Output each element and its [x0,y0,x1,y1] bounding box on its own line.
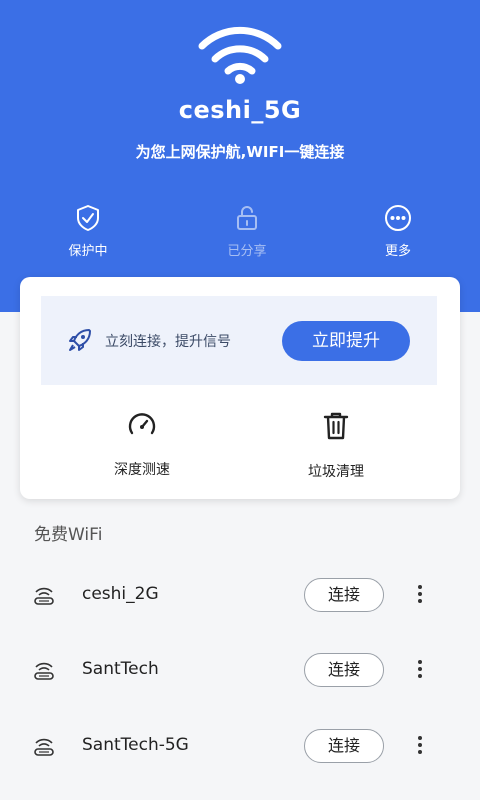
speed-test-label: 深度测速 [114,462,170,478]
wifi-name: SantTech-5G [82,735,189,755]
boost-text: 立刻连接，提升信号 [105,334,231,350]
unlock-icon [237,206,257,230]
junk-clean-label: 垃圾清理 [308,464,364,480]
more-button[interactable]: 更多 [348,204,448,259]
current-ssid: ceshi_5G [178,96,302,124]
wifi-name: SantTech [82,659,159,679]
list-item[interactable]: SantTech-5G 连接 [0,717,480,777]
protect-status-label: 保护中 [68,244,108,259]
more-dots-icon [385,205,411,231]
share-status-button[interactable]: 已分享 [197,204,297,259]
speed-test-button[interactable]: 深度测速 [82,411,202,479]
shield-check-icon [77,205,99,231]
more-vertical-icon[interactable] [410,733,430,759]
wifi-name: ceshi_2G [82,584,159,604]
list-item[interactable]: SantTech 连接 [0,641,480,701]
list-item[interactable]: ceshi_2G 连接 [0,566,480,626]
header-banner: ceshi_5G 为您上网保护航,WIFI一键连接 保护中 已分享 更多 [0,0,480,312]
free-wifi-title: 免费WiFi [34,525,103,545]
more-vertical-icon[interactable] [410,657,430,683]
router-icon [34,738,54,756]
connect-button[interactable]: 连接 [304,653,384,687]
router-icon [34,587,54,605]
connect-button[interactable]: 连接 [304,578,384,612]
junk-clean-button[interactable]: 垃圾清理 [276,411,396,481]
speedometer-icon [128,413,156,435]
more-label: 更多 [384,244,411,259]
trash-icon [323,412,349,440]
wifi-signal-icon [198,26,282,84]
boost-now-button[interactable]: 立即提升 [282,321,410,361]
router-icon [34,662,54,680]
rocket-icon [69,329,91,351]
protect-status-button[interactable]: 保护中 [38,204,138,259]
share-status-label: 已分享 [227,244,267,259]
connect-button[interactable]: 连接 [304,729,384,763]
boost-card: 立刻连接，提升信号 立即提升 深度测速 垃圾清理 [20,277,460,499]
more-vertical-icon[interactable] [410,582,430,608]
boost-banner: 立刻连接，提升信号 立即提升 [41,296,437,385]
tagline: 为您上网保护航,WIFI一键连接 [135,143,345,161]
